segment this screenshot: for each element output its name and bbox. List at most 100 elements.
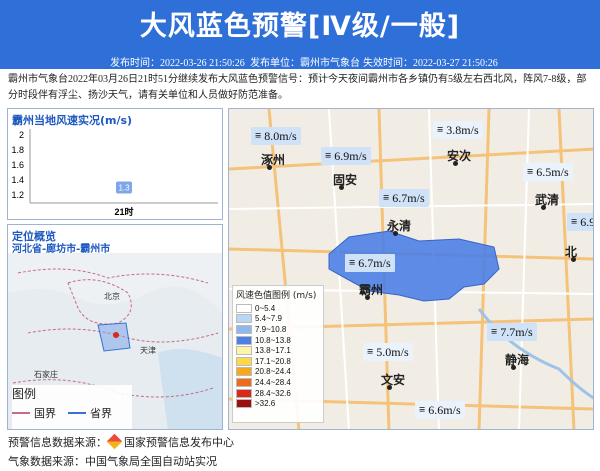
city-label: 北 [565,245,578,259]
wind-speed-badge[interactable]: ≡ 6.9m/s [321,147,371,165]
wind-speed-value: 8.0m/s [264,128,297,143]
wind-color-legend: 风速色值图例 (m/s) 0~5.4 5.4~7.9 7.9~10.8 10.8~13… [232,285,324,423]
warning-meta-row: 发布时间：2022-03-26 21:50:26 发布单位：霸州市气象台 失效时… [0,52,600,69]
legend-row: 5.4~7.9 [236,314,320,325]
publisher: 发布单位：霸州市气象台 [250,58,360,69]
legend-label: 17.1~20.8 [255,356,291,366]
wind-speed-value: 6.7m/s [392,190,425,205]
wind-icon: ≡ [527,166,534,178]
wind-icon: ≡ [419,404,426,416]
y-tick-label: 1.6 [11,160,24,170]
wind-speed-value: 6.9 [580,214,594,229]
publish-time: 发布时间：2022-03-26 21:50:26 [110,58,245,69]
wind-icon: ≡ [437,124,444,136]
warning-header: 大风蓝色预警[Ⅳ级/一般] [0,0,600,52]
wind-speed-badge[interactable]: ≡ 6.6m/s [415,401,465,419]
legend-row: 13.8~17.1 [236,345,320,356]
legend-row: 24.4~28.4 [236,377,320,388]
legend-swatch [236,399,252,409]
wind-speed-badge[interactable]: ≡ 6.7m/s [379,189,429,207]
legend-row: >32.6 [236,398,320,409]
wind-speed-badge[interactable]: ≡ 6.5m/s [523,163,573,181]
legend-label: 20.8~24.4 [255,367,291,377]
wind-speed-chart-panel: 霸州当地风速实况(m/s) 2 1.8 1.6 1.4 1.2 21时 1.3 [7,108,223,220]
city-label: 固安 [333,173,358,187]
province-border-icon [68,412,86,414]
overview-legend: 图例 国界 省界 [12,385,132,429]
wind-icon: ≡ [491,326,498,338]
warning-description: 霸州市气象台2022年03月26日21时51分继续发布大风蓝色预警信号：预计今天… [8,74,587,101]
wind-speed-badge[interactable]: ≡ 5.0m/s [363,343,413,361]
wind-speed-value: 6.5m/s [536,164,569,179]
wind-speed-badge[interactable]: ≡ 6.7m/s [345,254,395,272]
legend-swatch [236,324,252,334]
bazhou-marker-icon [113,332,119,338]
legend-swatch [236,367,252,377]
legend-label: 13.8~17.1 [255,346,291,356]
legend-swatch [236,314,252,324]
city-label: 安次 [447,149,472,163]
legend-swatch [236,335,252,345]
wind-icon: ≡ [383,192,390,204]
legend-swatch [236,303,252,313]
data-label: 1.3 [118,184,130,193]
legend-rows: 0~5.4 5.4~7.9 7.9~10.8 10.8~13.8 13.8~17.1 17… [236,303,320,409]
legend-row: 0~5.4 [236,303,320,314]
wind-icon: ≡ [367,346,374,358]
wind-map[interactable]: ≡ 8.0m/s 涿州 ≡ 6.9m/s 固安 ≡ 3.8m/s 安次 ≡ 6.5m/s 武清 ≡ 6.7… [228,108,594,430]
legend-row: 7.9~10.8 [236,324,320,335]
wind-icon: ≡ [571,216,578,228]
city-label: 静海 [505,353,530,367]
legend-label: 24.4~28.4 [255,377,291,387]
warning-source[interactable]: 国家预警信息发布中心 [124,437,234,449]
wind-speed-value: 6.7m/s [358,255,391,270]
overview-legend-title: 图例 [12,387,37,401]
legend-swatch [236,377,252,387]
map-label-beijing: 北京 [104,291,120,301]
wind-speed-value: 7.7m/s [500,324,533,339]
warning-title: 大风蓝色预警[Ⅳ级/一般] [139,11,461,42]
legend-label: 5.4~7.9 [255,314,282,324]
y-tick-label: 1.4 [11,175,24,185]
warning-source-line: 预警信息数据来源： 国家预警信息发布中心 [8,433,234,450]
x-tick-label: 21时 [114,206,133,217]
weather-source-line: 气象数据来源：中国气象局全国自动站实况 [8,456,217,468]
legend-label: 10.8~13.8 [255,335,291,345]
y-tick-label: 2 [19,130,24,140]
y-tick-labels: 2 1.8 1.6 1.4 1.2 [11,130,24,200]
legend-row: 20.8~24.4 [236,367,320,378]
legend-swatch [236,388,252,398]
map-label-tianjin: 天津 [140,345,156,355]
y-tick-label: 1.8 [11,145,24,155]
legend-swatch [236,346,252,356]
legend-title: 风速色值图例 (m/s) [236,291,317,301]
legend-national-border: 国界 [34,408,56,420]
legend-row: 10.8~13.8 [236,335,320,346]
source-logo-icon [106,433,123,450]
legend-row: 28.4~32.6 [236,388,320,399]
legend-swatch [236,356,252,366]
location-overview-panel: 定位概览 河北省-廊坊市-霸州市 北京 天津 石家庄 图例 国界 省界 [7,224,223,430]
y-tick-label: 1.2 [11,190,24,200]
wind-speed-chart: 2 1.8 1.6 1.4 1.2 21时 1.3 [11,129,218,217]
wind-icon: ≡ [349,257,356,269]
wind-icon: ≡ [325,150,332,162]
warning-source-label: 预警信息数据来源： [8,437,107,449]
city-label: 武清 [535,193,560,207]
wind-speed-badge[interactable]: ≡ 6.9 [567,213,594,231]
wind-speed-badge[interactable]: ≡ 3.8m/s [433,121,483,139]
wind-speed-badge[interactable]: ≡ 7.7m/s [487,323,537,341]
data-points: 1.3 [116,181,132,194]
wind-speed-value: 6.9m/s [334,148,367,163]
wind-speed-value: 6.6m/s [428,402,461,417]
legend-label: 7.9~10.8 [255,324,287,334]
wind-icon: ≡ [255,130,262,142]
wind-speed-value: 3.8m/s [446,122,479,137]
wind-speed-value: 5.0m/s [376,344,409,359]
legend-row: 17.1~20.8 [236,356,320,367]
map-label-shijiazhuang: 石家庄 [34,369,58,379]
legend-province-border: 省界 [90,408,112,420]
wind-speed-badge[interactable]: ≡ 8.0m/s [251,127,301,145]
legend-label: 0~5.4 [255,303,276,313]
legend-label: 28.4~32.6 [255,388,291,398]
